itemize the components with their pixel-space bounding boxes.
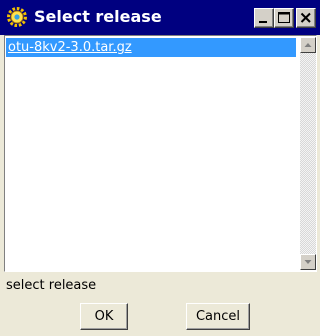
window-title: Select release	[34, 7, 162, 26]
maximize-icon	[278, 12, 290, 23]
close-button[interactable]	[296, 8, 316, 28]
cancel-button[interactable]: Cancel	[186, 303, 250, 330]
title-bar[interactable]: Select release	[0, 0, 320, 35]
list-item[interactable]: otu-8kv2-3.0.tar.gz	[6, 38, 296, 57]
arrow-down-icon	[304, 260, 312, 264]
maximize-button[interactable]	[274, 8, 294, 28]
scroll-up-button[interactable]	[300, 37, 316, 53]
select-release-dialog: Select release otu-8kv2-3.0.tar.gz selec…	[0, 0, 320, 336]
scroll-down-button[interactable]	[300, 254, 316, 270]
vertical-scrollbar[interactable]	[300, 37, 316, 270]
status-label: select release	[6, 278, 97, 293]
gear-icon	[6, 6, 28, 28]
release-list[interactable]: otu-8kv2-3.0.tar.gz	[4, 35, 317, 272]
arrow-up-icon	[304, 43, 312, 47]
minimize-icon	[259, 21, 267, 23]
minimize-button[interactable]	[254, 8, 274, 28]
close-icon	[300, 12, 311, 23]
ok-button[interactable]: OK	[80, 303, 128, 330]
